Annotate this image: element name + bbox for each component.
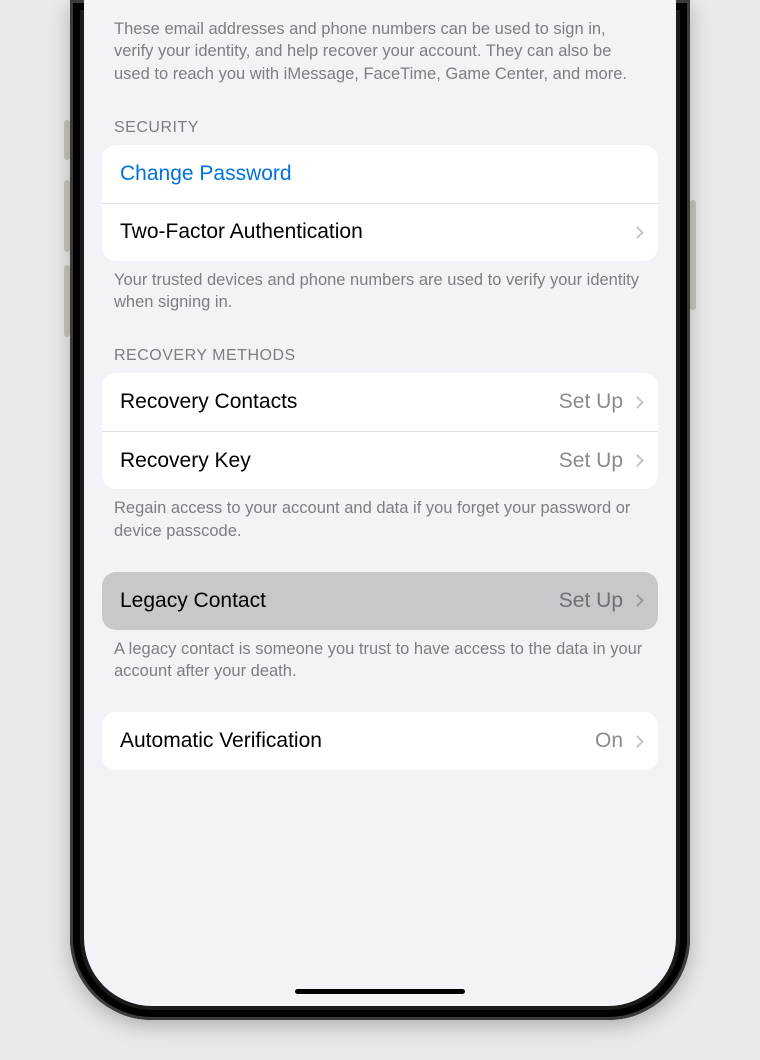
legacy-contact-label: Legacy Contact [120,589,559,613]
chevron-right-icon [631,735,644,748]
recovery-footer: Regain access to your account and data i… [102,489,658,548]
security-group: Change Password Two-Factor Authenticatio… [102,145,658,261]
automatic-verification-value: On [595,729,623,753]
recovery-contacts-trail: Set Up [559,390,642,414]
chevron-right-icon [631,594,644,607]
automatic-verification-trail: On [595,729,642,753]
security-section-header: SECURITY [102,91,658,145]
iphone-device-frame: These email addresses and phone numbers … [70,0,690,1020]
settings-scrollview[interactable]: These email addresses and phone numbers … [84,0,676,810]
security-footer: Your trusted devices and phone numbers a… [102,261,658,320]
recovery-key-value: Set Up [559,449,623,473]
spacer [102,548,658,572]
legacy-contact-footer: A legacy contact is someone you trust to… [102,630,658,689]
recovery-key-label: Recovery Key [120,449,559,473]
two-factor-label: Two-Factor Authentication [120,220,631,244]
screen: These email addresses and phone numbers … [84,0,676,1006]
recovery-key-trail: Set Up [559,449,642,473]
recovery-key-row[interactable]: Recovery Key Set Up [102,431,658,489]
legacy-contact-row[interactable]: Legacy Contact Set Up [102,572,658,630]
legacy-contact-group: Legacy Contact Set Up [102,572,658,630]
recovery-contacts-value: Set Up [559,390,623,414]
recovery-contacts-row[interactable]: Recovery Contacts Set Up [102,373,658,431]
recovery-section-header: RECOVERY METHODS [102,319,658,373]
spacer [102,688,658,712]
change-password-label: Change Password [120,162,642,186]
two-factor-trail [631,228,642,237]
automatic-verification-group: Automatic Verification On [102,712,658,770]
recovery-contacts-label: Recovery Contacts [120,390,559,414]
automatic-verification-row[interactable]: Automatic Verification On [102,712,658,770]
chevron-right-icon [631,226,644,239]
contact-info-footer: These email addresses and phone numbers … [102,10,658,91]
change-password-row[interactable]: Change Password [102,145,658,203]
chevron-right-icon [631,396,644,409]
legacy-contact-trail: Set Up [559,589,642,613]
two-factor-row[interactable]: Two-Factor Authentication [102,203,658,261]
home-indicator[interactable] [295,989,465,994]
recovery-group: Recovery Contacts Set Up Recovery Key Se… [102,373,658,489]
legacy-contact-value: Set Up [559,589,623,613]
automatic-verification-label: Automatic Verification [120,729,595,753]
chevron-right-icon [631,454,644,467]
side-button [690,200,696,310]
